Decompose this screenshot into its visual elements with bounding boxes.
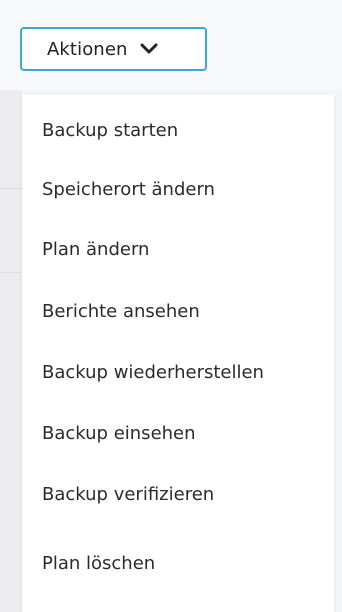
- actions-dropdown-button[interactable]: Aktionen: [20, 27, 207, 71]
- menu-item-delete-plan[interactable]: Plan löschen: [42, 543, 332, 583]
- menu-item-restore-backup[interactable]: Backup wiederherstellen: [42, 352, 332, 392]
- chevron-down-icon: [140, 43, 157, 54]
- menu-item-view-reports[interactable]: Berichte ansehen: [42, 291, 332, 331]
- background-row-divider: [0, 272, 22, 273]
- menu-item-change-plan[interactable]: Plan ändern: [42, 229, 332, 269]
- actions-button-label: Aktionen: [47, 38, 128, 60]
- actions-dropdown-menu: Backup starten Speicherort ändern Plan ä…: [22, 95, 334, 612]
- background-row-divider: [0, 188, 22, 189]
- background-table-strip: [0, 90, 22, 612]
- menu-item-verify-backup[interactable]: Backup verifizieren: [42, 474, 332, 514]
- menu-item-change-location[interactable]: Speicherort ändern: [42, 169, 332, 209]
- menu-item-view-backup[interactable]: Backup einsehen: [42, 413, 332, 453]
- menu-item-start-backup[interactable]: Backup starten: [42, 110, 332, 150]
- background-right-strip: [334, 95, 342, 612]
